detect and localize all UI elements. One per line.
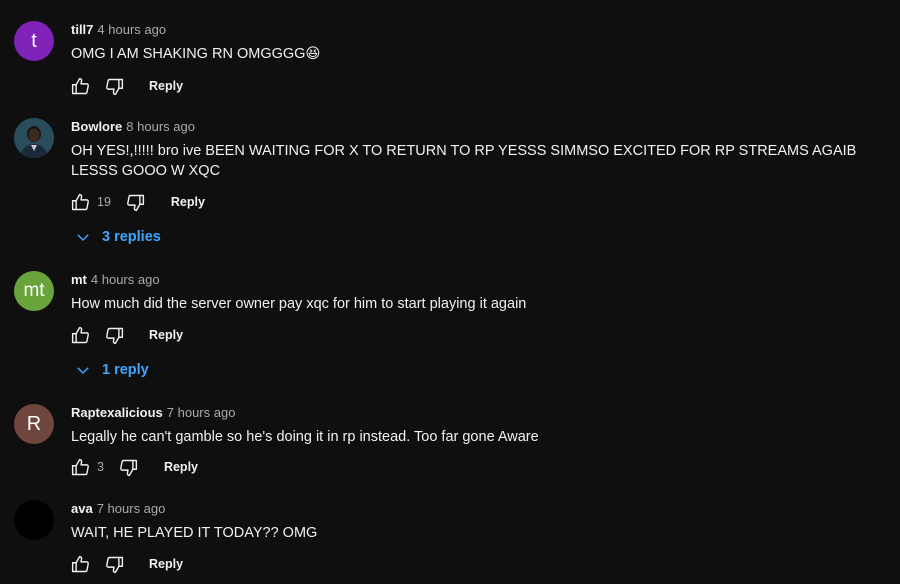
- comment-header: ava 7 hours ago: [71, 500, 165, 518]
- comment-text: OH YES!,!!!!! bro ive BEEN WAITING FOR X…: [71, 143, 857, 179]
- comment-actions: 3 Reply: [69, 455, 198, 479]
- comment-time[interactable]: 4 hours ago: [97, 22, 166, 37]
- comment-header: Raptexalicious 7 hours ago: [71, 404, 235, 422]
- comment-actions: 19 Reply: [69, 190, 205, 214]
- chevron-down-icon: [74, 228, 92, 246]
- reply-button[interactable]: Reply: [149, 79, 183, 93]
- comment-time[interactable]: 7 hours ago: [97, 501, 166, 516]
- avatar[interactable]: [14, 500, 54, 540]
- dislike-icon[interactable]: [103, 324, 125, 346]
- avatar[interactable]: mt: [14, 271, 54, 311]
- replies-count: 1 reply: [102, 362, 149, 378]
- dislike-icon[interactable]: [103, 553, 125, 575]
- like-icon[interactable]: [69, 191, 91, 213]
- reply-button[interactable]: Reply: [164, 460, 198, 474]
- like-icon[interactable]: [69, 456, 91, 478]
- replies-count: 3 replies: [102, 229, 161, 245]
- comment-author[interactable]: Raptexalicious: [71, 405, 163, 420]
- chevron-down-icon: [74, 361, 92, 379]
- comment-text: WAIT, HE PLAYED IT TODAY?? OMG: [71, 525, 318, 541]
- comment-time[interactable]: 7 hours ago: [167, 405, 236, 420]
- like-icon[interactable]: [69, 553, 91, 575]
- reply-button[interactable]: Reply: [149, 557, 183, 571]
- like-icon[interactable]: [69, 324, 91, 346]
- comment-text: OMG I AM SHAKING RN OMGGGG😆: [71, 46, 321, 62]
- comment-author[interactable]: Bowlore: [71, 119, 122, 134]
- comment-header: till7 4 hours ago: [71, 21, 166, 39]
- comment-author[interactable]: ava: [71, 501, 93, 516]
- dislike-icon[interactable]: [125, 191, 147, 213]
- avatar-letter: t: [31, 29, 37, 52]
- comment-author[interactable]: till7: [71, 22, 93, 37]
- like-count: 19: [97, 195, 111, 209]
- reply-button[interactable]: Reply: [171, 195, 205, 209]
- comment-time[interactable]: 8 hours ago: [126, 119, 195, 134]
- comment-actions: Reply: [69, 74, 183, 98]
- comment-author[interactable]: mt: [71, 272, 87, 287]
- reply-button[interactable]: Reply: [149, 328, 183, 342]
- avatar-letter: mt: [23, 280, 45, 301]
- comment-header: mt 4 hours ago: [71, 271, 160, 289]
- avatar[interactable]: R: [14, 404, 54, 444]
- comment-text: How much did the server owner pay xqc fo…: [71, 296, 527, 312]
- comment-actions: Reply: [69, 323, 183, 347]
- dislike-icon[interactable]: [118, 456, 140, 478]
- like-count: 3: [97, 460, 104, 474]
- like-icon[interactable]: [69, 75, 91, 97]
- dislike-icon[interactable]: [103, 75, 125, 97]
- comment-actions: Reply: [69, 552, 183, 576]
- view-replies-button[interactable]: 3 replies: [74, 225, 161, 249]
- view-replies-button[interactable]: 1 reply: [74, 358, 149, 382]
- comment-header: Bowlore 8 hours ago: [71, 118, 195, 136]
- avatar[interactable]: [14, 118, 54, 158]
- avatar-letter: R: [26, 412, 42, 435]
- avatar[interactable]: t: [14, 21, 54, 61]
- comment-time[interactable]: 4 hours ago: [91, 272, 160, 287]
- profile-photo-icon: [14, 118, 54, 158]
- comment-text: Legally he can't gamble so he's doing it…: [71, 429, 539, 445]
